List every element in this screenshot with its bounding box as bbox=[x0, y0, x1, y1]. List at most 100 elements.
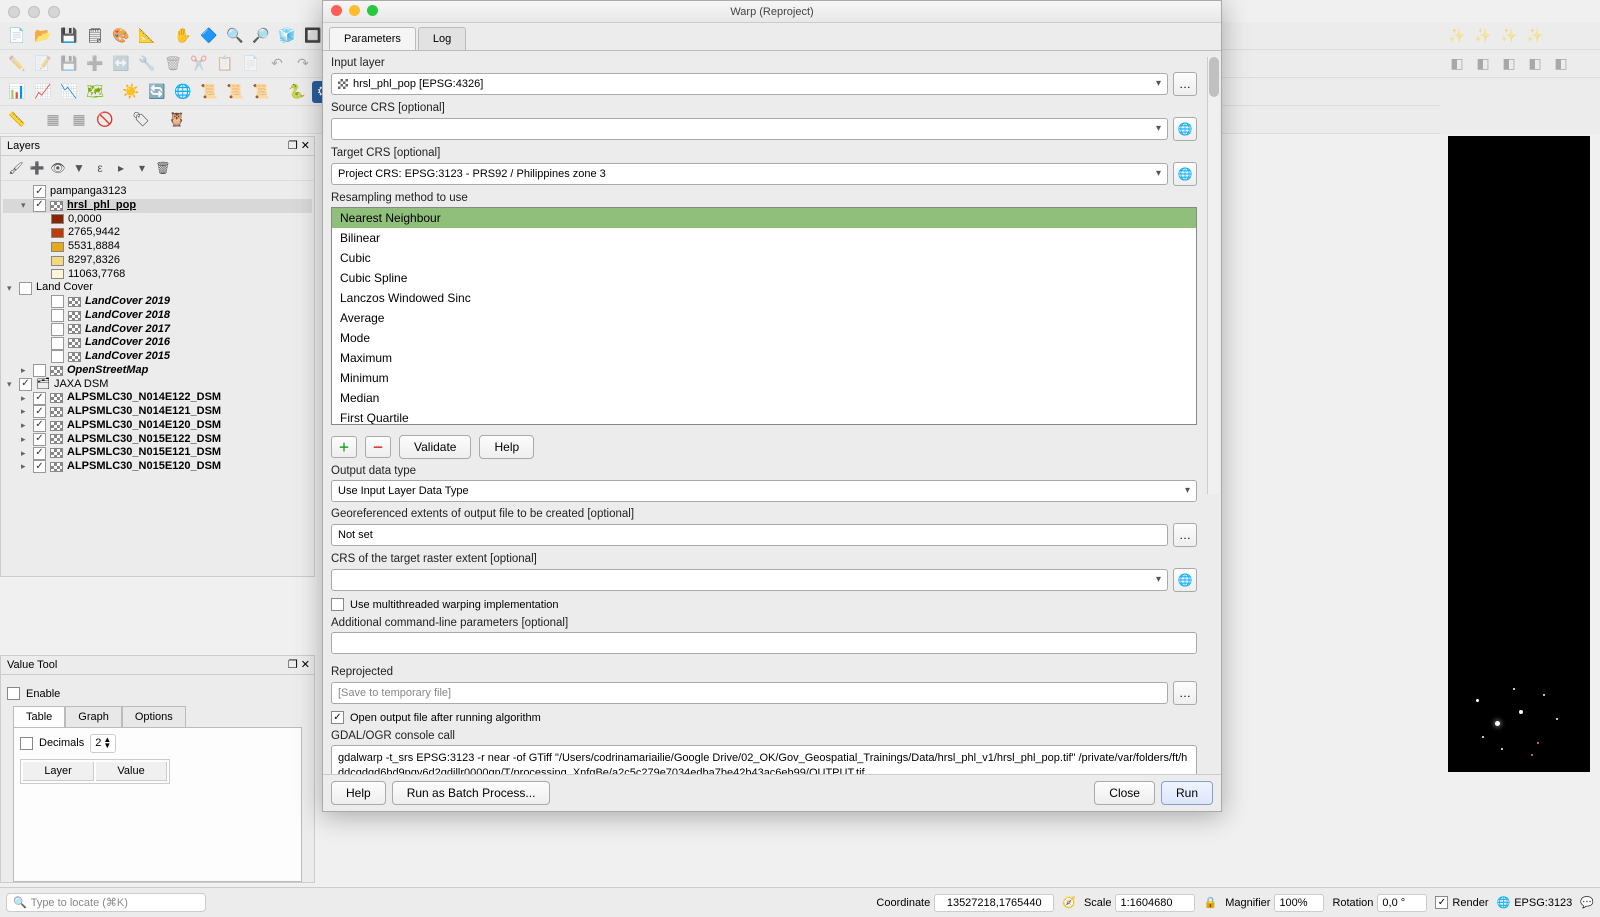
panel-detach-icon[interactable]: ❐ bbox=[288, 139, 298, 152]
cut-icon[interactable]: ✂️ bbox=[188, 53, 210, 75]
select2-icon[interactable]: ▦ bbox=[68, 109, 90, 131]
tree-row[interactable]: ▸ALPSMLC30_N015E122_DSM bbox=[3, 433, 312, 447]
new-layout-icon[interactable]: 🗒 bbox=[84, 25, 106, 47]
main-window-controls[interactable] bbox=[8, 6, 60, 18]
panel-close-icon[interactable]: ✕ bbox=[301, 139, 310, 152]
help-small-button[interactable]: Help bbox=[479, 435, 534, 459]
layer-checkbox[interactable] bbox=[33, 460, 46, 473]
open-icon[interactable]: 📂 bbox=[32, 25, 54, 47]
layer-checkbox[interactable] bbox=[33, 392, 46, 405]
source-crs-select-button[interactable]: 🌐 bbox=[1173, 117, 1197, 141]
layer-checkbox[interactable] bbox=[33, 419, 46, 432]
zoom-out-icon[interactable]: 🔎 bbox=[250, 25, 272, 47]
edits-icon[interactable]: 📝 bbox=[32, 53, 54, 75]
tree-row[interactable]: ▸ALPSMLC30_N015E120_DSM bbox=[3, 460, 312, 474]
decimals-value[interactable]: 2 bbox=[95, 737, 101, 749]
tree-row[interactable]: LandCover 2016 bbox=[3, 336, 312, 350]
raster-georef-icon[interactable]: 📉 bbox=[58, 81, 80, 103]
raster-misc-icon[interactable]: 🗺 bbox=[84, 81, 106, 103]
tb-r9-icon[interactable]: ◧ bbox=[1550, 53, 1572, 75]
tree-row[interactable]: 2765,9442 bbox=[3, 226, 312, 240]
close-icon[interactable] bbox=[8, 6, 20, 18]
additional-params-field[interactable] bbox=[331, 632, 1197, 654]
reprojected-field[interactable]: [Save to temporary file] bbox=[331, 682, 1168, 704]
input-browse-button[interactable]: … bbox=[1173, 72, 1197, 96]
value-tabs[interactable]: Table Graph Options bbox=[13, 706, 302, 727]
copy-icon[interactable]: 📋 bbox=[214, 53, 236, 75]
zoom-full-icon[interactable]: 🔲 bbox=[302, 25, 324, 47]
redo-icon[interactable]: ↷ bbox=[292, 53, 314, 75]
deselect-icon[interactable]: 🚫 bbox=[94, 109, 116, 131]
resampling-option[interactable]: Median bbox=[332, 388, 1196, 408]
minimize-icon[interactable] bbox=[349, 5, 360, 16]
script3-icon[interactable]: 📜 bbox=[250, 81, 272, 103]
zoom-native-icon[interactable]: 🧊 bbox=[276, 25, 298, 47]
move-icon[interactable]: ↔️ bbox=[110, 53, 132, 75]
scale-value[interactable]: 1:1604680 bbox=[1115, 894, 1195, 912]
layer-checkbox[interactable] bbox=[51, 350, 64, 363]
layer-checkbox[interactable] bbox=[51, 323, 64, 336]
node-icon[interactable]: 🔧 bbox=[136, 53, 158, 75]
layer-collapse-icon[interactable]: ▾ bbox=[133, 159, 151, 177]
tree-row[interactable]: ▸OpenStreetMap bbox=[3, 364, 312, 378]
lock-icon[interactable]: 🔒 bbox=[1203, 896, 1217, 909]
dialog-tabs[interactable]: Parameters Log bbox=[323, 23, 1221, 51]
tree-row[interactable]: 11063,7768 bbox=[3, 268, 312, 282]
tb-r4-icon[interactable]: ✨ bbox=[1524, 25, 1546, 47]
resampling-option[interactable]: Nearest Neighbour bbox=[332, 208, 1196, 228]
layer-checkbox[interactable] bbox=[19, 282, 32, 295]
tree-row[interactable]: pampanga3123 bbox=[3, 185, 312, 199]
run-button[interactable]: Run bbox=[1161, 781, 1213, 805]
tree-row[interactable]: ▸ALPSMLC30_N015E121_DSM bbox=[3, 446, 312, 460]
layer-checkbox[interactable] bbox=[33, 364, 46, 377]
map-canvas[interactable] bbox=[1448, 136, 1590, 772]
tree-row[interactable]: LandCover 2018 bbox=[3, 309, 312, 323]
spinner-icon[interactable]: ▲▼ bbox=[103, 737, 111, 750]
tree-row[interactable]: 8297,8326 bbox=[3, 254, 312, 268]
paste-icon[interactable]: 📄 bbox=[240, 53, 262, 75]
decimals-checkbox[interactable] bbox=[20, 737, 33, 750]
tb-r2-icon[interactable]: ✨ bbox=[1472, 25, 1494, 47]
world-icon[interactable]: 🌐 bbox=[172, 81, 194, 103]
help-button[interactable]: Help bbox=[331, 781, 386, 805]
crs-label[interactable]: EPSG:3123 bbox=[1514, 897, 1572, 909]
resampling-option[interactable]: Average bbox=[332, 308, 1196, 328]
layer-filter-icon[interactable]: ▼ bbox=[70, 159, 88, 177]
multithread-checkbox[interactable] bbox=[331, 598, 344, 611]
tb-r8-icon[interactable]: ◧ bbox=[1524, 53, 1546, 75]
rotation-value[interactable]: 0,0 ° bbox=[1377, 894, 1427, 912]
edit-icon[interactable]: ✏️ bbox=[6, 53, 28, 75]
refresh-icon[interactable]: 🔄 bbox=[146, 81, 168, 103]
maximize-icon[interactable] bbox=[48, 6, 60, 18]
sun-icon[interactable]: ☀️ bbox=[120, 81, 142, 103]
extent-icon[interactable]: 🧭 bbox=[1062, 896, 1076, 909]
layer-checkbox[interactable] bbox=[33, 447, 46, 460]
tb-r5-icon[interactable]: ◧ bbox=[1446, 53, 1468, 75]
target-crs-combo[interactable]: Project CRS: EPSG:3123 - PRS92 / Philipp… bbox=[331, 163, 1168, 185]
python-icon[interactable]: 🐍 bbox=[286, 81, 308, 103]
add-feature-icon[interactable]: ➕ bbox=[84, 53, 106, 75]
source-crs-combo[interactable] bbox=[331, 118, 1168, 140]
georef-extent-field[interactable]: Not set bbox=[331, 524, 1168, 546]
tree-row[interactable]: ▸ALPSMLC30_N014E122_DSM bbox=[3, 391, 312, 405]
tree-row[interactable]: LandCover 2019 bbox=[3, 295, 312, 309]
script1-icon[interactable]: 📜 bbox=[198, 81, 220, 103]
tree-row[interactable]: ▸ALPSMLC30_N014E121_DSM bbox=[3, 405, 312, 419]
input-layer-combo[interactable]: hrsl_phl_pop [EPSG:4326] bbox=[331, 73, 1168, 95]
script2-icon[interactable]: 📜 bbox=[224, 81, 246, 103]
messages-icon[interactable]: 💬 bbox=[1580, 896, 1594, 909]
resampling-option[interactable]: Lanczos Windowed Sinc bbox=[332, 288, 1196, 308]
tb-r6-icon[interactable]: ◧ bbox=[1472, 53, 1494, 75]
reprojected-browse-button[interactable]: … bbox=[1173, 681, 1197, 705]
output-type-combo[interactable]: Use Input Layer Data Type bbox=[331, 480, 1197, 502]
layer-checkbox[interactable] bbox=[51, 295, 64, 308]
georef-browse-button[interactable]: … bbox=[1173, 523, 1197, 547]
target-crs-select-button[interactable]: 🌐 bbox=[1173, 162, 1197, 186]
resampling-option[interactable]: Minimum bbox=[332, 368, 1196, 388]
select-icon[interactable]: ▦ bbox=[42, 109, 64, 131]
measure-icon[interactable]: 📏 bbox=[6, 109, 28, 131]
new-project-icon[interactable]: 📄 bbox=[6, 25, 28, 47]
layer-style-icon[interactable]: 🖌 bbox=[7, 159, 25, 177]
panel-close-icon[interactable]: ✕ bbox=[301, 658, 310, 671]
zoom-in-icon[interactable]: 🔍 bbox=[224, 25, 246, 47]
